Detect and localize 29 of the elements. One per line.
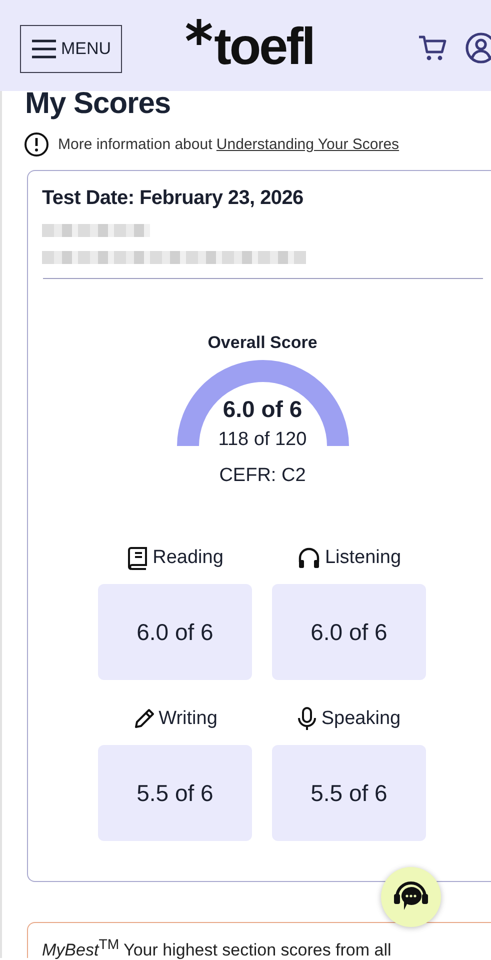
overall-score-label: Overall Score	[208, 333, 318, 353]
section-name: Reading	[152, 547, 224, 569]
section-score: 6.0 of 6	[272, 584, 426, 680]
overall-score: 6.0 of 6	[222, 396, 302, 423]
cefr-level: CEFR: C2	[219, 465, 306, 487]
menu-icon	[31, 39, 57, 59]
section-name: Writing	[158, 708, 218, 730]
cart-icon[interactable]	[417, 34, 447, 62]
section-name: Speaking	[321, 708, 401, 730]
toefl-logo[interactable]: toefl	[214, 20, 314, 72]
section-score: 5.5 of 6	[272, 745, 426, 841]
section-score: 5.5 of 6	[98, 745, 252, 841]
book-icon	[126, 546, 149, 570]
understanding-scores-link[interactable]: Understanding Your Scores	[216, 136, 400, 153]
chat-button[interactable]	[381, 867, 441, 927]
menu-button[interactable]: MENU	[20, 25, 122, 73]
section-name: Listening	[324, 547, 402, 569]
mybest-text: MyBest$^{TM}$ Your highest section scores from all	[27, 922, 491, 958]
headphones-icon	[296, 547, 321, 569]
page-title: My Scores	[25, 91, 172, 117]
account-icon[interactable]	[465, 32, 491, 64]
test-date: Test Date: February 23, 2026	[42, 187, 304, 210]
pencil-icon	[132, 708, 155, 730]
info-text: More information about Understanding Your Scores	[58, 136, 400, 153]
microphone-icon	[297, 707, 318, 731]
scaled-score: 118 of 120	[218, 429, 307, 451]
section-score: 6.0 of 6	[98, 584, 252, 680]
info-icon	[24, 132, 49, 157]
asterisk-icon	[184, 16, 214, 46]
